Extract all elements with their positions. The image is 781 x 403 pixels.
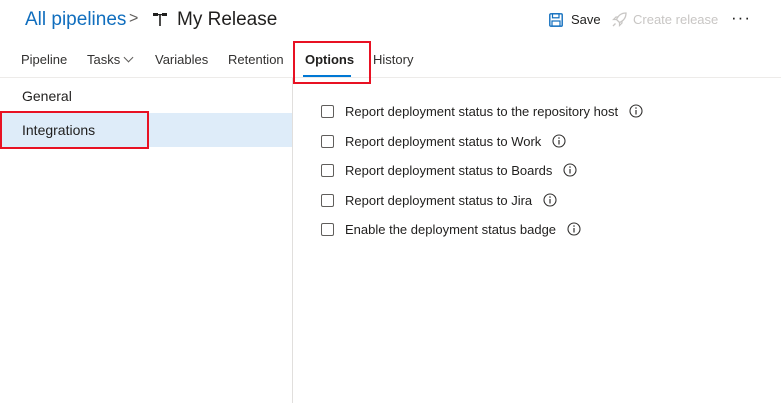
checkbox-repository-host[interactable] [321, 104, 334, 118]
create-release-label: Create release [633, 12, 719, 27]
highlight-box-integrations [0, 111, 149, 149]
option-row-boards: Report deployment status to Boards [321, 160, 577, 180]
more-actions-button[interactable]: ··· [731, 8, 751, 28]
info-icon[interactable] [543, 193, 557, 207]
info-icon[interactable] [629, 104, 643, 118]
chevron-down-icon [123, 52, 134, 63]
release-pipeline-icon [153, 13, 167, 26]
tab-history[interactable]: History [373, 52, 413, 67]
checkbox-jira[interactable] [321, 193, 334, 207]
breadcrumb-separator: > [129, 10, 139, 27]
rocket-icon [612, 12, 627, 27]
save-label: Save [571, 12, 601, 27]
option-label: Enable the deployment status badge [345, 221, 557, 237]
option-label: Report deployment status to Jira [345, 192, 533, 208]
checkbox-boards[interactable] [321, 163, 334, 177]
create-release-button[interactable]: Create release [612, 12, 718, 27]
tab-tasks-label: Tasks [87, 52, 121, 67]
option-row-repository-host: Report deployment status to the reposito… [321, 101, 643, 121]
option-row-jira: Report deployment status to Jira [321, 190, 557, 210]
save-icon [549, 12, 563, 27]
save-button[interactable]: Save [549, 12, 601, 27]
page-title: My Release [177, 9, 278, 30]
checkbox-status-badge[interactable] [321, 222, 334, 236]
info-icon[interactable] [567, 222, 581, 236]
sidebar-item-general[interactable]: General [0, 79, 292, 113]
info-icon[interactable] [563, 163, 577, 177]
option-label: Report deployment status to Boards [345, 162, 553, 178]
option-row-status-badge: Enable the deployment status badge [321, 219, 581, 239]
checkbox-work[interactable] [321, 134, 334, 148]
integrations-panel: Report deployment status to the reposito… [293, 78, 781, 403]
option-label: Report deployment status to Work [345, 133, 542, 149]
tab-bar: Pipeline Tasks Variables Retention Optio… [0, 44, 781, 78]
highlight-box-options-tab [293, 41, 371, 84]
header: All pipelines > My Release Save Create r… [0, 0, 781, 42]
breadcrumb-all-pipelines[interactable]: All pipelines [25, 9, 126, 31]
info-icon[interactable] [552, 134, 566, 148]
option-label: Report deployment status to the reposito… [345, 103, 619, 119]
tab-variables[interactable]: Variables [155, 52, 208, 67]
tab-tasks[interactable]: Tasks [87, 52, 134, 67]
tab-retention[interactable]: Retention [228, 52, 284, 67]
tab-pipeline[interactable]: Pipeline [21, 52, 67, 67]
option-row-work: Report deployment status to Work [321, 131, 566, 151]
